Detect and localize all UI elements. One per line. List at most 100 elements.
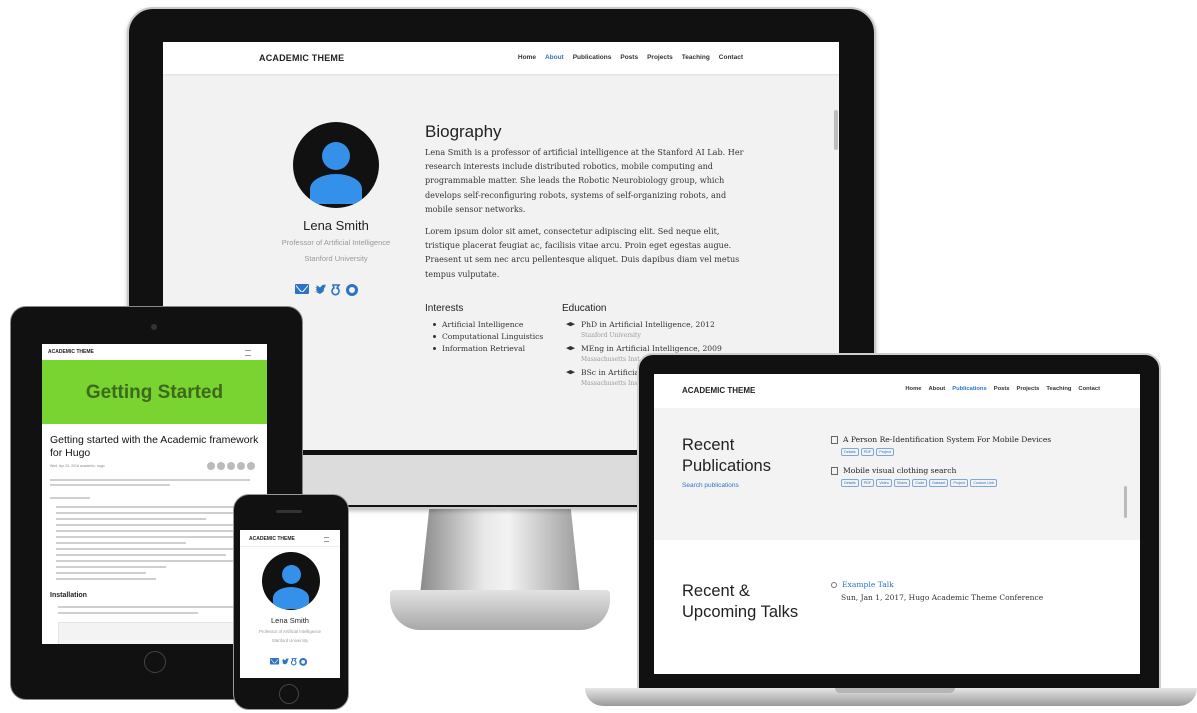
clock-icon — [831, 582, 837, 588]
tablet-home-button[interactable] — [144, 651, 166, 673]
navbar: ACADEMIC THEME — [240, 530, 340, 547]
navbar: ACADEMIC THEME Home About Publications P… — [654, 374, 1140, 408]
post-meta: Wed, Apr 20, 2016 academic, hugo — [50, 464, 105, 468]
post-title: Getting started with the Academic framew… — [50, 434, 259, 459]
share-weibo-icon[interactable] — [237, 462, 245, 470]
laptop-notch — [835, 688, 955, 693]
document-icon — [831, 467, 838, 475]
publications-heading: Recent — [682, 436, 735, 454]
nav-item-teaching[interactable]: Teaching — [1046, 386, 1071, 392]
document-icon — [831, 436, 838, 444]
nav-item-contact[interactable]: Contact — [719, 54, 743, 61]
hamburger-menu-icon[interactable] — [245, 350, 251, 356]
tag-button[interactable]: Details — [841, 479, 859, 487]
envelope-icon[interactable] — [270, 658, 280, 665]
social-links — [295, 284, 358, 296]
nav-menu: Home About Publications Posts Projects T… — [518, 54, 743, 61]
share-linkedin-icon[interactable] — [227, 462, 235, 470]
interests-list: Artificial Intelligence Computational Li… — [425, 319, 543, 355]
github-icon[interactable] — [299, 658, 308, 666]
nav-item-home[interactable]: Home — [518, 54, 536, 61]
graduation-cap-icon — [566, 322, 575, 327]
publication-links: Details PDF Project — [841, 448, 895, 456]
profile-organization: Stanford University — [304, 254, 368, 263]
graduation-cap-icon — [566, 346, 575, 351]
education-heading: Education — [562, 303, 607, 314]
google-scholar-icon[interactable] — [290, 658, 298, 666]
nav-menu: Home About Publications Posts Projects T… — [905, 386, 1100, 392]
social-links — [270, 658, 308, 666]
talks-heading: Recent & — [682, 582, 750, 600]
nav-item-teaching[interactable]: Teaching — [682, 54, 710, 61]
laptop-screen: ACADEMIC THEME Home About Publications P… — [654, 374, 1140, 674]
code-block — [58, 622, 260, 644]
nav-item-publications[interactable]: Publications — [952, 386, 986, 392]
share-twitter-icon[interactable] — [207, 462, 215, 470]
profile-organization: Stanford University — [271, 638, 309, 643]
talk-meta: Sun, Jan 1, 2017, Hugo Academic Theme Co… — [841, 593, 1044, 602]
publication-item[interactable]: A Person Re-Identification System For Mo… — [831, 435, 1051, 444]
envelope-icon[interactable] — [295, 284, 309, 294]
nav-item-posts[interactable]: Posts — [994, 386, 1010, 392]
brand-logo[interactable]: ACADEMIC THEME — [48, 349, 94, 355]
installation-heading: Installation — [50, 592, 87, 599]
tag-button[interactable]: Project — [876, 448, 895, 456]
nav-item-about[interactable]: About — [545, 54, 564, 61]
publication-links: Details PDF Video Slides Code Dataset Pr… — [841, 479, 998, 487]
tag-button[interactable]: PDF — [860, 448, 875, 456]
nav-item-publications[interactable]: Publications — [573, 54, 612, 61]
share-buttons — [207, 462, 255, 470]
publication-item[interactable]: Mobile visual clothing search — [831, 466, 956, 475]
brand-logo[interactable]: ACADEMIC THEME — [259, 53, 344, 63]
navbar: ACADEMIC THEME — [42, 344, 267, 361]
talks-heading: Upcoming Talks — [682, 603, 799, 621]
tag-button[interactable]: Details — [841, 448, 859, 456]
google-scholar-icon[interactable] — [331, 284, 341, 296]
avatar — [262, 552, 320, 610]
list-item: Artificial Intelligence — [425, 319, 543, 331]
interests-heading: Interests — [425, 303, 464, 314]
tag-button[interactable]: PDF — [860, 479, 875, 487]
navbar: ACADEMIC THEME Home About Publications P… — [163, 42, 839, 74]
tag-button[interactable]: Dataset — [929, 479, 949, 487]
nav-item-contact[interactable]: Contact — [1078, 386, 1100, 392]
phone-home-button[interactable] — [279, 684, 299, 704]
brand-logo[interactable]: ACADEMIC THEME — [249, 536, 295, 542]
nav-item-projects[interactable]: Projects — [1017, 386, 1040, 392]
tag-button[interactable]: Code — [912, 479, 928, 487]
search-publications-link[interactable]: Search publications — [682, 482, 739, 489]
share-email-icon[interactable] — [247, 462, 255, 470]
biography-paragraph: Lena Smith is a professor of artificial … — [425, 147, 744, 214]
github-icon[interactable] — [346, 284, 358, 296]
scrollbar[interactable] — [834, 110, 838, 150]
tag-button[interactable]: Slides — [893, 479, 911, 487]
tag-button[interactable]: Custom Link — [970, 479, 998, 487]
profile-name: Lena Smith — [303, 218, 369, 233]
profile-name: Lena Smith — [271, 616, 309, 625]
scrollbar[interactable] — [1124, 486, 1127, 518]
profile-role: Professor of Artificial Intelligence — [258, 629, 322, 634]
biography-heading: Biography — [425, 122, 502, 141]
hamburger-menu-icon[interactable] — [324, 537, 329, 542]
graduation-cap-icon — [566, 370, 575, 375]
nav-item-projects[interactable]: Projects — [647, 54, 673, 61]
monitor-stand-base — [390, 590, 610, 630]
nav-item-home[interactable]: Home — [905, 386, 921, 392]
list-item: PhD in Artificial Intelligence, 2012 — [566, 319, 722, 331]
hero-title: Getting Started — [85, 382, 224, 403]
profile-role: Professor of Artificial Intelligence — [281, 238, 391, 247]
publications-heading: Publications — [682, 457, 771, 475]
phone-screen: ACADEMIC THEME Lena Smith Professor of A… — [240, 530, 340, 678]
monitor-stand-neck — [420, 505, 580, 595]
tag-button[interactable]: Project — [950, 479, 969, 487]
twitter-icon[interactable] — [281, 658, 289, 665]
education-school: Stanford University — [581, 332, 641, 339]
biography-paragraph: Lorem ipsum dolor sit amet, consectetur … — [425, 226, 740, 279]
tag-button[interactable]: Video — [876, 479, 892, 487]
share-facebook-icon[interactable] — [217, 462, 225, 470]
brand-logo[interactable]: ACADEMIC THEME — [682, 386, 755, 395]
nav-item-posts[interactable]: Posts — [620, 54, 638, 61]
talk-title-link[interactable]: Example Talk — [831, 580, 894, 589]
twitter-icon[interactable] — [314, 284, 326, 294]
nav-item-about[interactable]: About — [928, 386, 945, 392]
